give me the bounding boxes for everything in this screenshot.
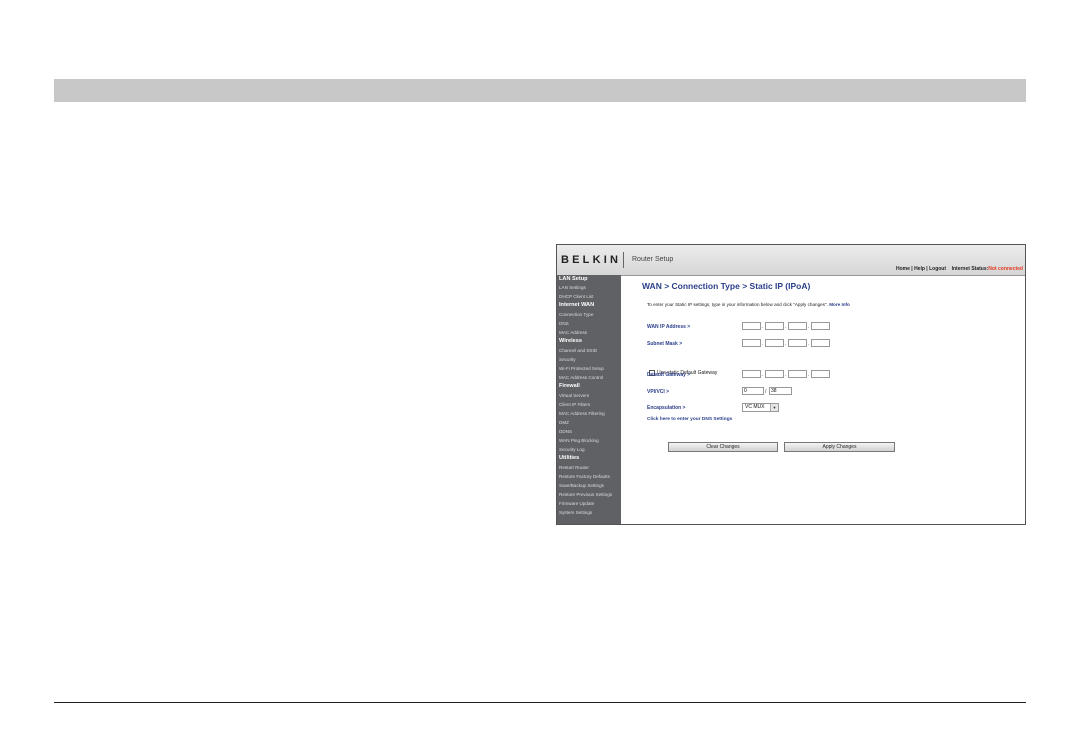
dot-separator: .	[785, 341, 787, 347]
gateway-octet-4[interactable]	[811, 370, 830, 378]
top-links: Home | Help | Logout Internet Status:Not…	[895, 266, 1023, 272]
sidebar-item-mac-address-filtering[interactable]: MAC Address Filtering	[559, 411, 605, 416]
dot-separator: .	[808, 372, 810, 378]
gateway-octet-3[interactable]	[788, 370, 807, 378]
wan-ip-octet-3[interactable]	[788, 322, 807, 330]
router-setup-screenshot: BELKIN Router Setup Home | Help | Logout…	[556, 244, 1026, 525]
sidebar-item-security-log[interactable]: Security Log	[559, 447, 585, 452]
logout-link[interactable]: Logout	[929, 266, 946, 272]
subnet-mask-label: Subnet Mask >	[647, 341, 683, 347]
main-content: WAN > Connection Type > Static IP (IPoA)…	[621, 275, 1025, 524]
dns-settings-link[interactable]: Click here to enter your DNS Settings	[647, 417, 732, 422]
default-gateway-label: Default Gateway >	[647, 372, 691, 378]
dot-separator: .	[762, 341, 764, 347]
encapsulation-value: VC MUX	[745, 404, 765, 410]
intro-instructions: To enter your Static IP settings, type i…	[647, 302, 828, 307]
help-link[interactable]: Help	[914, 266, 925, 272]
wan-ip-octet-4[interactable]	[811, 322, 830, 330]
wan-ip-octet-2[interactable]	[765, 322, 784, 330]
sidebar-item-mac-address-control[interactable]: MAC Address Control	[559, 375, 603, 380]
sidebar-heading-utilities[interactable]: Utilities	[559, 455, 579, 461]
sidebar-item-dmz[interactable]: DMZ	[559, 420, 569, 425]
sidebar-item-client-ip-filters[interactable]: Client IP Filters	[559, 402, 590, 407]
page-title: WAN > Connection Type > Static IP (IPoA)	[642, 281, 811, 291]
subnet-octet-2[interactable]	[765, 339, 784, 347]
more-info-link[interactable]: More Info	[829, 302, 850, 307]
subnet-octet-3[interactable]	[788, 339, 807, 347]
home-link[interactable]: Home	[896, 266, 910, 272]
vpi-vci-label: VPI/VCI >	[647, 389, 670, 395]
sidebar-heading-wireless[interactable]: Wireless	[559, 338, 582, 344]
intro-text: To enter your Static IP settings, type i…	[647, 302, 850, 307]
page-header-bar	[54, 79, 1026, 102]
sidebar-item-ddns[interactable]: DDNS	[559, 429, 572, 434]
sidebar-item-restore-factory-defaults[interactable]: Restore Factory Defaults	[559, 474, 610, 479]
subnet-octet-1[interactable]	[742, 339, 761, 347]
sidebar-item-save-backup-settings[interactable]: Save/Backup Settings	[559, 483, 604, 488]
wan-ip-label: WAN IP Address >	[647, 324, 691, 330]
sidebar-item-connection-type[interactable]: Connection Type	[559, 312, 593, 317]
sidebar-item-security[interactable]: Security	[559, 357, 576, 362]
slash-separator: /	[765, 389, 767, 395]
sidebar-item-wan-ping-blocking[interactable]: WAN Ping Blocking	[559, 438, 599, 443]
sidebar-item-wps[interactable]: Wi-Fi Protected Setup	[559, 366, 604, 371]
sidebar-item-dns[interactable]: DNS	[559, 321, 569, 326]
sidebar-heading-firewall[interactable]: Firewall	[559, 383, 580, 389]
encapsulation-select[interactable]: VC MUX ▼	[742, 403, 779, 412]
apply-changes-button[interactable]: Apply Changes	[784, 442, 895, 452]
vci-input[interactable]: 38	[769, 387, 792, 395]
sidebar: LAN Setup LAN Settings DHCP Client List …	[557, 275, 621, 524]
sidebar-item-firmware-update[interactable]: Firmware Update	[559, 501, 594, 506]
app-title: Router Setup	[632, 256, 674, 263]
sidebar-item-mac-address[interactable]: MAC Address	[559, 330, 587, 335]
gateway-octet-2[interactable]	[765, 370, 784, 378]
internet-status-label: Internet Status:	[951, 266, 989, 272]
gateway-octet-1[interactable]	[742, 370, 761, 378]
sidebar-heading-lan-setup[interactable]: LAN Setup	[559, 276, 588, 282]
sidebar-item-system-settings[interactable]: System Settings	[559, 510, 592, 515]
wan-ip-octet-1[interactable]	[742, 322, 761, 330]
belkin-logo: BELKIN	[561, 254, 622, 266]
sidebar-item-dhcp-client-list[interactable]: DHCP Client List	[559, 294, 593, 299]
dot-separator: .	[762, 372, 764, 378]
dot-separator: .	[762, 324, 764, 330]
sidebar-item-restart-router[interactable]: Restart Router	[559, 465, 589, 470]
sidebar-item-restore-previous-settings[interactable]: Restore Previous Settings	[559, 492, 612, 497]
clear-changes-button[interactable]: Clear Changes	[668, 442, 778, 452]
router-header: BELKIN Router Setup Home | Help | Logout…	[557, 245, 1025, 276]
sidebar-item-virtual-servers[interactable]: Virtual Servers	[559, 393, 589, 398]
encapsulation-label: Encapsulation >	[647, 405, 686, 411]
vpi-input[interactable]: 0	[742, 387, 764, 395]
sidebar-item-lan-settings[interactable]: LAN Settings	[559, 285, 586, 290]
sidebar-heading-internet-wan[interactable]: Internet WAN	[559, 302, 594, 308]
sidebar-item-channel-ssid[interactable]: Channel and SSID	[559, 348, 597, 353]
dot-separator: .	[785, 372, 787, 378]
subnet-octet-4[interactable]	[811, 339, 830, 347]
chevron-down-icon[interactable]: ▼	[770, 404, 778, 411]
footer-divider	[54, 702, 1026, 703]
header-divider	[623, 252, 624, 268]
dot-separator: .	[808, 341, 810, 347]
internet-status-value: Not connected	[988, 266, 1023, 272]
dot-separator: .	[808, 324, 810, 330]
dot-separator: .	[785, 324, 787, 330]
